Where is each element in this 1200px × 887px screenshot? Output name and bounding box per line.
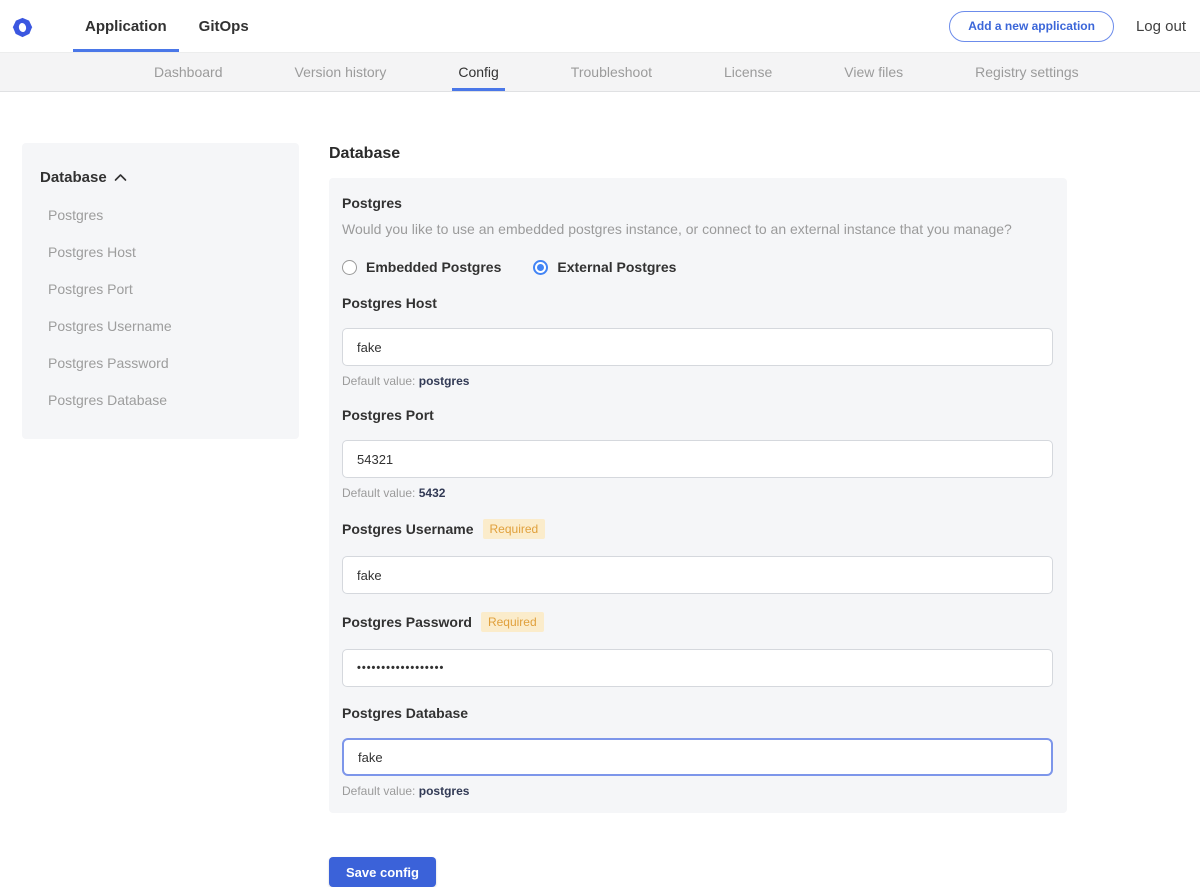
default-value: postgres (419, 784, 470, 798)
tab-application[interactable]: Application (73, 0, 179, 52)
postgres-port-input[interactable] (342, 440, 1053, 478)
header-right: Add a new application Log out (949, 11, 1186, 42)
radio-dot (537, 264, 544, 271)
radio-external-postgres[interactable]: External Postgres (533, 259, 676, 275)
postgres-mode-radio-group: Embedded Postgres External Postgres (342, 259, 1053, 275)
postgres-password-label: Postgres Password (342, 614, 472, 630)
field-label-row: Postgres Host (342, 295, 1053, 311)
postgres-database-input[interactable] (342, 738, 1053, 776)
radio-embedded-postgres[interactable]: Embedded Postgres (342, 259, 501, 275)
subnav-view-files[interactable]: View files (838, 53, 909, 91)
config-main: Database Postgres Would you like to use … (329, 145, 1067, 887)
default-value: postgres (419, 374, 470, 388)
required-badge: Required (481, 612, 544, 632)
required-badge: Required (483, 519, 546, 539)
config-group-panel: Postgres Would you like to use an embedd… (329, 178, 1067, 813)
header-tabs: Application GitOps (73, 0, 269, 52)
config-sidebar: Database Postgres Postgres Host Postgres… (22, 143, 299, 439)
postgres-port-label: Postgres Port (342, 407, 434, 423)
postgres-database-label: Postgres Database (342, 705, 468, 721)
default-label: Default value: (342, 784, 415, 798)
default-label: Default value: (342, 486, 415, 500)
app-subnav: Dashboard Version history Config Trouble… (0, 52, 1200, 92)
postgres-port-default-helper: Default value: 5432 (342, 486, 1053, 500)
subnav-config[interactable]: Config (452, 53, 504, 91)
sidebar-item-postgres-port[interactable]: Postgres Port (48, 281, 279, 297)
group-description: Would you like to use an embedded postgr… (342, 221, 1053, 237)
postgres-host-input[interactable] (342, 328, 1053, 366)
default-value: 5432 (419, 486, 446, 500)
radio-embedded-label: Embedded Postgres (366, 259, 501, 275)
tab-gitops[interactable]: GitOps (187, 0, 261, 52)
group-label-postgres: Postgres (342, 195, 1053, 211)
section-title: Database (329, 145, 1067, 163)
default-label: Default value: (342, 374, 415, 388)
sidebar-item-postgres[interactable]: Postgres (48, 207, 279, 223)
app-logo-icon (12, 17, 33, 38)
sidebar-item-postgres-database[interactable]: Postgres Database (48, 392, 279, 408)
radio-external-label: External Postgres (557, 259, 676, 275)
postgres-username-label: Postgres Username (342, 521, 474, 537)
subnav-version-history[interactable]: Version history (289, 53, 393, 91)
postgres-username-input[interactable] (342, 556, 1053, 594)
content-area: Database Postgres Postgres Host Postgres… (0, 92, 1200, 874)
field-label-row: Postgres Password Required (342, 612, 1053, 632)
subnav-troubleshoot[interactable]: Troubleshoot (565, 53, 658, 91)
sidebar-group-database[interactable]: Database (40, 169, 279, 186)
save-config-button[interactable]: Save config (329, 857, 436, 887)
sidebar-item-list: Postgres Postgres Host Postgres Port Pos… (40, 207, 279, 408)
postgres-host-label: Postgres Host (342, 295, 437, 311)
sidebar-item-postgres-username[interactable]: Postgres Username (48, 318, 279, 334)
sidebar-group-label: Database (40, 169, 107, 186)
radio-checked-icon[interactable] (533, 260, 548, 275)
add-new-application-button[interactable]: Add a new application (949, 11, 1114, 42)
field-label-row: Postgres Username Required (342, 519, 1053, 539)
postgres-password-input[interactable] (342, 649, 1053, 687)
app-header: Application GitOps Add a new application… (0, 0, 1200, 52)
sidebar-item-postgres-host[interactable]: Postgres Host (48, 244, 279, 260)
field-label-row: Postgres Port (342, 407, 1053, 423)
postgres-host-default-helper: Default value: postgres (342, 374, 1053, 388)
subnav-license[interactable]: License (718, 53, 778, 91)
field-label-row: Postgres Database (342, 705, 1053, 721)
chevron-up-icon (114, 173, 127, 182)
subnav-dashboard[interactable]: Dashboard (148, 53, 229, 91)
sidebar-item-postgres-password[interactable]: Postgres Password (48, 355, 279, 371)
logout-link[interactable]: Log out (1136, 18, 1186, 35)
subnav-registry-settings[interactable]: Registry settings (969, 53, 1084, 91)
postgres-database-default-helper: Default value: postgres (342, 784, 1053, 798)
radio-unchecked-icon[interactable] (342, 260, 357, 275)
